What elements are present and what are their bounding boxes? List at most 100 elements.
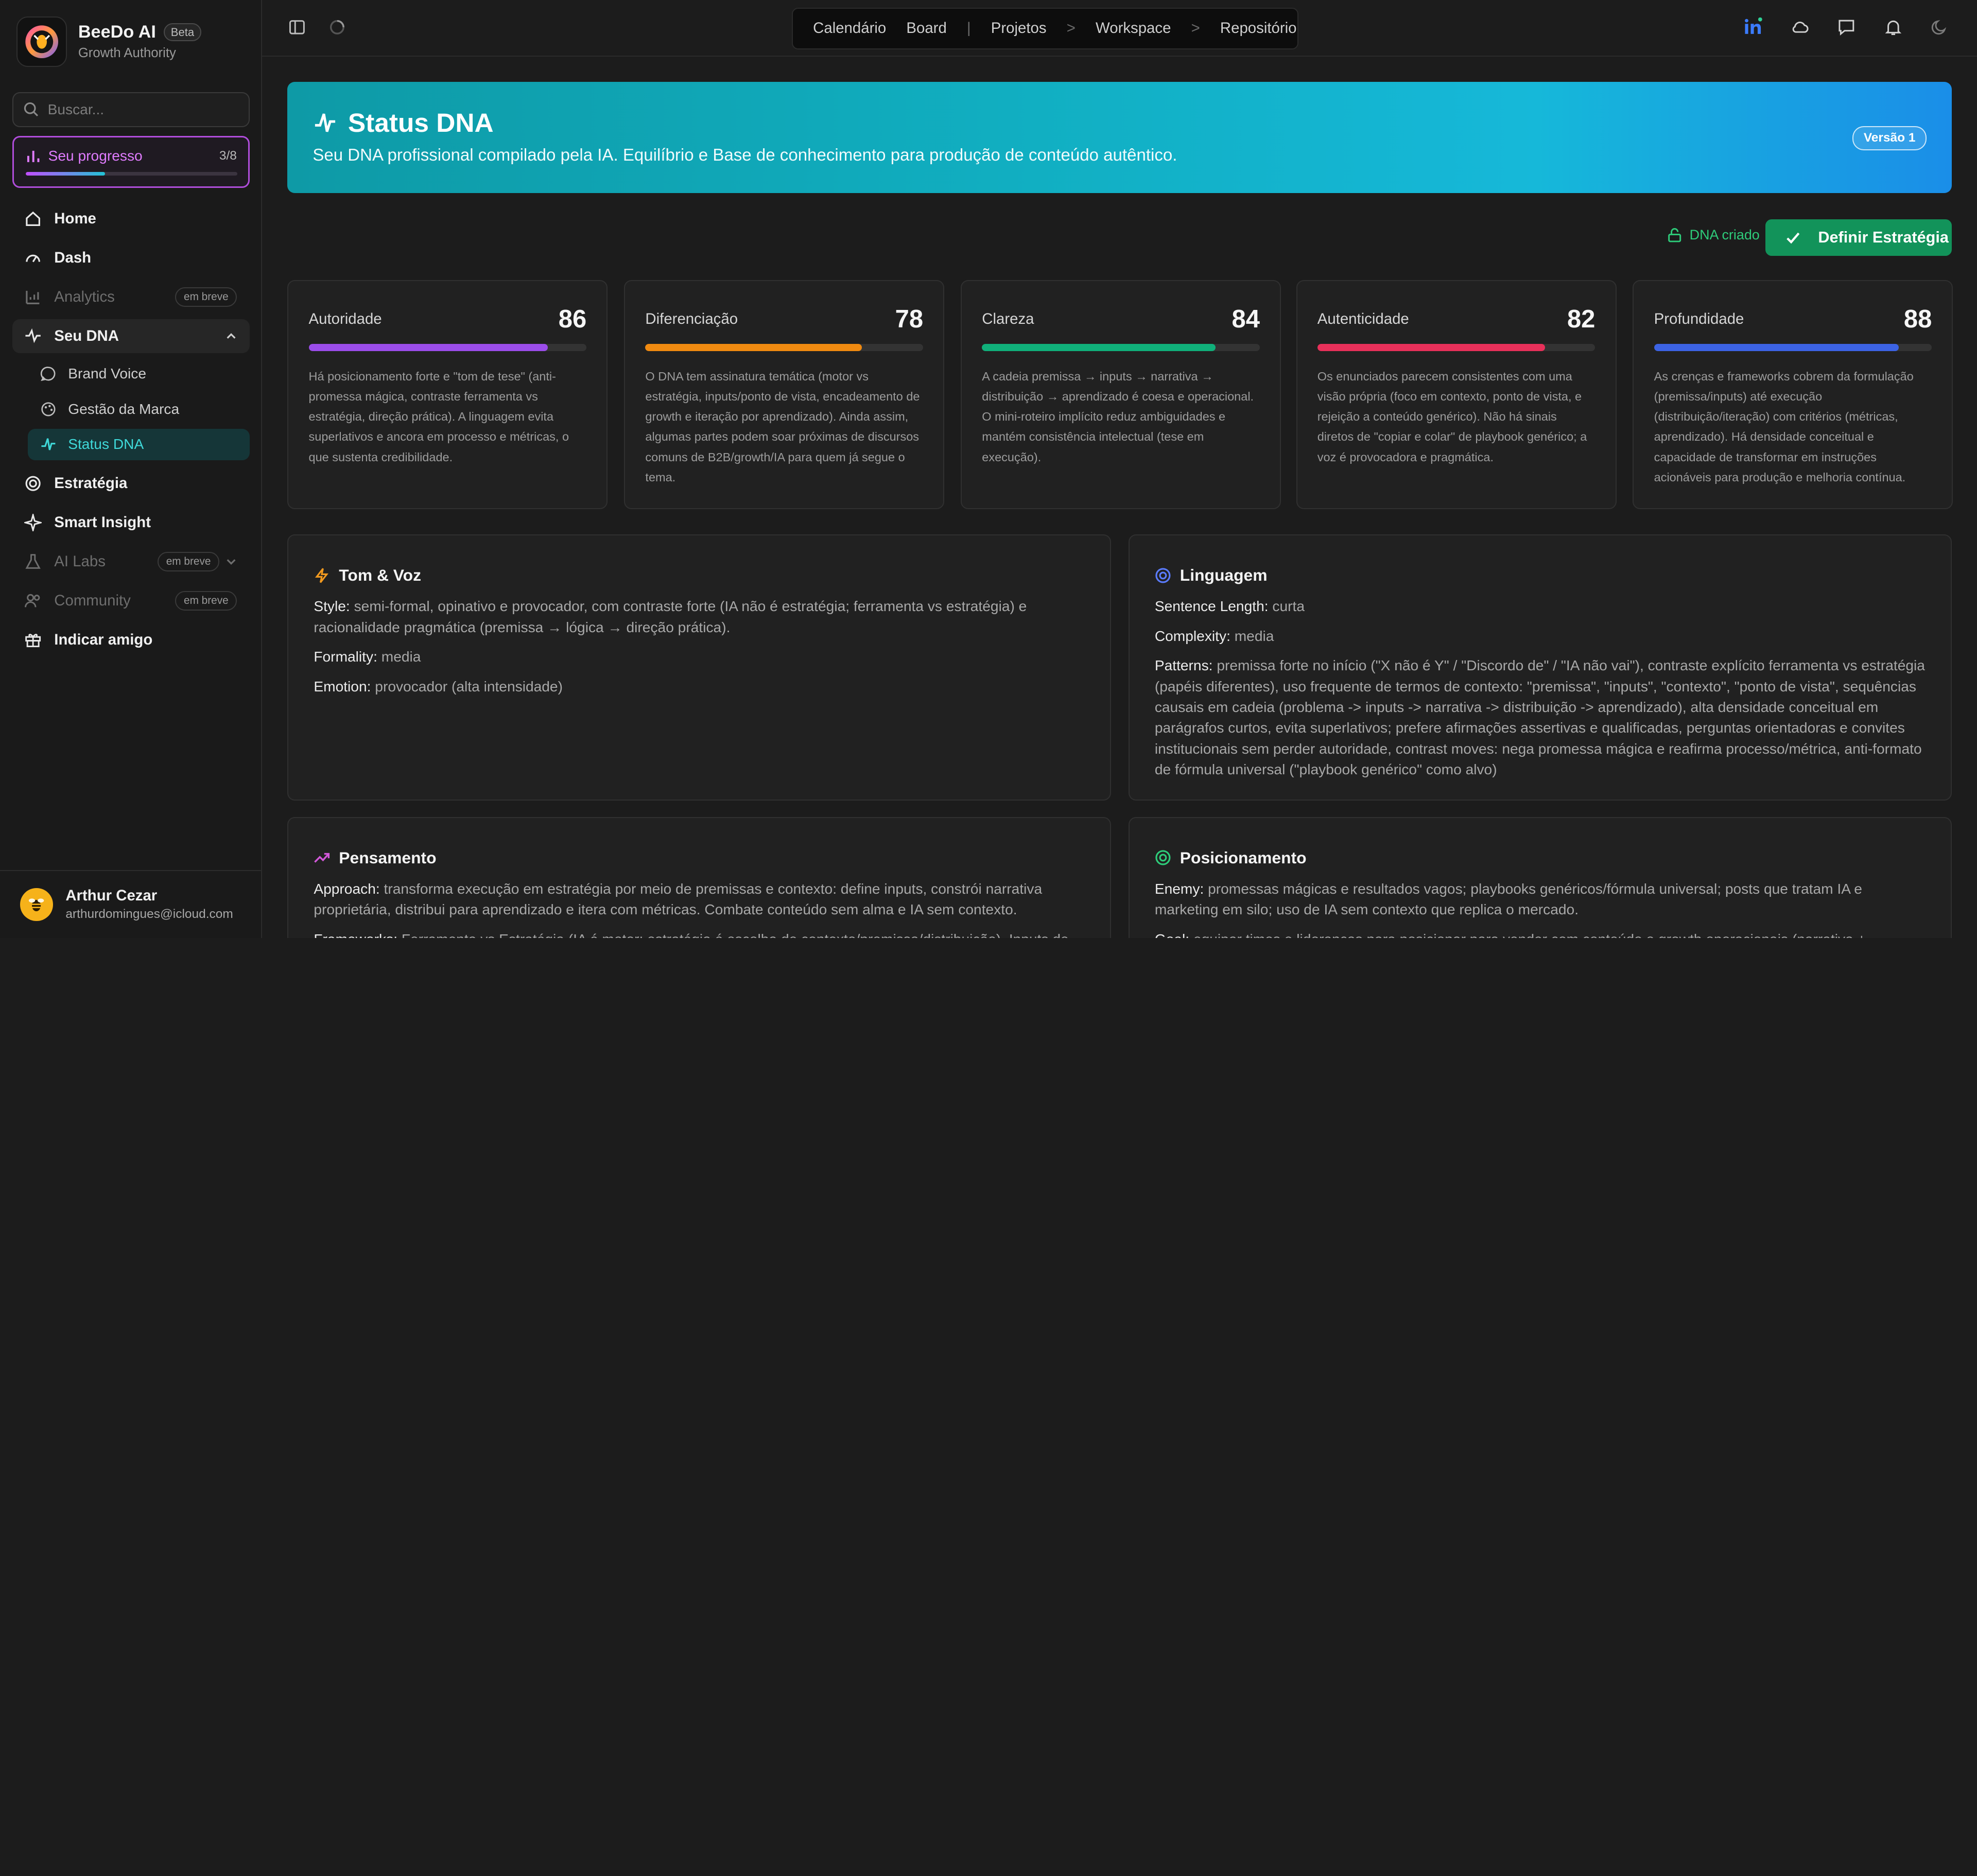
gift-icon xyxy=(24,631,42,648)
card-title: Posicionamento xyxy=(1180,848,1307,867)
flask-icon xyxy=(24,553,42,570)
sidebar: BeeDo AI Beta Growth Authority Seu progr… xyxy=(0,0,263,939)
progress-card[interactable]: Seu progresso 3/8 xyxy=(12,136,250,188)
score-track xyxy=(1317,343,1596,352)
sidebar-item-label: Brand Voice xyxy=(68,366,147,381)
user-profile[interactable]: Arthur Cezar arthurdomingues@icloud.com xyxy=(0,870,263,938)
sidebar-item-label: Home xyxy=(54,210,96,227)
sidebar-item-dash[interactable]: Dash xyxy=(12,241,249,275)
score-card-autenticidade: Autenticidade 82 Os enunciados parecem c… xyxy=(1296,280,1617,510)
search-input[interactable] xyxy=(47,101,237,118)
bell-icon[interactable] xyxy=(1884,18,1903,37)
beta-badge: Beta xyxy=(163,23,202,42)
user-email: arthurdomingues@icloud.com xyxy=(65,907,233,922)
status-dna-banner: Status DNA Seu DNA profissional compilad… xyxy=(287,82,1952,193)
score-description: A cadeia premissa → inputs → narrativa →… xyxy=(982,369,1254,464)
score-description: Há posicionamento forte e "tom de tese" … xyxy=(308,369,569,464)
breadcrumb-separator: > xyxy=(1191,20,1200,37)
sidebar-item-label: Status DNA xyxy=(68,436,144,453)
field-value: media xyxy=(1234,628,1274,644)
card-title: Tom & Voz xyxy=(339,566,422,585)
page-title: Status DNA xyxy=(348,108,494,138)
field-value: promessas mágicas e resultados vagos; pl… xyxy=(1154,880,1862,918)
linguagem-card: Linguagem Sentence Length: curta Complex… xyxy=(1128,534,1952,801)
sidebar-toggle-icon[interactable] xyxy=(289,19,305,36)
brand[interactable]: BeeDo AI Beta Growth Authority xyxy=(16,16,202,67)
nav-calendario[interactable]: Calendário xyxy=(813,20,886,37)
chevron-down-icon xyxy=(227,559,236,565)
brand-subtitle: Growth Authority xyxy=(78,46,176,61)
sidebar-item-ai-labs[interactable]: AI Labs em breve xyxy=(12,545,249,579)
score-fill xyxy=(982,343,1216,352)
progress-count: 3/8 xyxy=(219,149,237,163)
sidebar-item-label: Analytics xyxy=(54,288,115,305)
score-name: Clareza xyxy=(982,310,1034,328)
posicionamento-card: Posicionamento Enemy: promessas mágicas … xyxy=(1128,817,1952,939)
coming-soon-badge: em breve xyxy=(175,590,237,611)
check-icon xyxy=(1786,232,1800,244)
avatar xyxy=(20,888,53,921)
score-card-autoridade: Autoridade 86 Há posicionamento forte e … xyxy=(287,280,608,510)
field-label: Patterns: xyxy=(1154,657,1213,674)
lightning-icon xyxy=(315,568,329,583)
nav-workspace[interactable]: Workspace xyxy=(1096,20,1171,37)
score-track xyxy=(1654,343,1932,352)
define-strategy-button[interactable]: Definir Estratégia xyxy=(1765,219,1952,256)
progress-fill xyxy=(25,171,105,176)
score-name: Autoridade xyxy=(308,310,382,328)
sidebar-item-indicar-amigo[interactable]: Indicar amigo xyxy=(12,623,249,657)
sidebar-item-seu-dna[interactable]: Seu DNA xyxy=(12,319,250,353)
trending-up-icon xyxy=(314,853,330,863)
score-track xyxy=(645,343,924,352)
nav-projetos[interactable]: Projetos xyxy=(991,20,1047,37)
field-value: semi-formal, opinativo e provocador, com… xyxy=(314,598,1027,635)
moon-icon[interactable] xyxy=(1930,18,1949,37)
score-value: 88 xyxy=(1903,305,1932,334)
field-label: Emotion: xyxy=(314,678,371,694)
dna-icon xyxy=(24,327,42,344)
sidebar-item-smart-insight[interactable]: Smart Insight xyxy=(12,506,249,540)
score-value: 84 xyxy=(1232,305,1260,334)
search-box xyxy=(12,92,250,128)
sidebar-item-estrategia[interactable]: Estratégia xyxy=(12,466,249,500)
field-label: Sentence Length: xyxy=(1154,598,1269,615)
sidebar-item-analytics[interactable]: Analytics em breve xyxy=(12,280,249,314)
field-value: curta xyxy=(1272,598,1305,615)
progress-label: Seu progresso xyxy=(48,148,143,164)
sidebar-item-home[interactable]: Home xyxy=(12,202,249,236)
score-fill xyxy=(645,343,862,352)
sidebar-item-brand-voice[interactable]: Brand Voice xyxy=(28,358,250,389)
nav-board[interactable]: Board xyxy=(906,20,946,37)
sidebar-item-label: Community xyxy=(54,592,131,609)
field-value: equipar times e lideranças para posicion… xyxy=(1193,931,1882,938)
score-track xyxy=(982,343,1260,352)
dna-pulse-icon xyxy=(41,438,56,450)
linkedin-icon[interactable] xyxy=(1744,18,1763,37)
brand-name: BeeDo AI xyxy=(78,22,156,42)
sidebar-item-status-dna[interactable]: Status DNA xyxy=(27,428,250,460)
target-icon xyxy=(1155,568,1171,583)
chat-icon[interactable] xyxy=(1837,18,1856,37)
pensamento-card: Pensamento Approach: transforma execução… xyxy=(287,817,1111,939)
sidebar-item-label: AI Labs xyxy=(54,552,106,570)
sidebar-item-label: Smart Insight xyxy=(54,513,151,531)
bar-chart-icon xyxy=(27,151,39,163)
dna-created-status: DNA criado xyxy=(1667,227,1760,243)
version-badge: Versão 1 xyxy=(1852,126,1927,150)
chevron-up-icon xyxy=(227,333,236,339)
field-label: Goal: xyxy=(1155,931,1189,938)
score-fill xyxy=(308,343,548,352)
score-card-clareza: Clareza 84 A cadeia premissa → inputs → … xyxy=(961,280,1281,510)
speech-bubble-icon xyxy=(41,367,56,381)
field-label: Frameworks: xyxy=(314,931,397,938)
nav-repositorio[interactable]: Repositório xyxy=(1220,20,1297,37)
cloud-icon[interactable] xyxy=(1791,18,1810,37)
score-name: Diferenciação xyxy=(645,310,738,328)
field-value: provocador (alta intensidade) xyxy=(375,678,563,694)
score-description: Os enunciados parecem consistentes com u… xyxy=(1317,369,1587,464)
score-value: 86 xyxy=(558,305,587,334)
sidebar-item-community[interactable]: Community em breve xyxy=(12,584,249,618)
sidebar-item-gestao-marca[interactable]: Gestão da Marca xyxy=(28,393,250,425)
score-name: Autenticidade xyxy=(1317,310,1409,328)
palette-icon xyxy=(41,402,56,416)
